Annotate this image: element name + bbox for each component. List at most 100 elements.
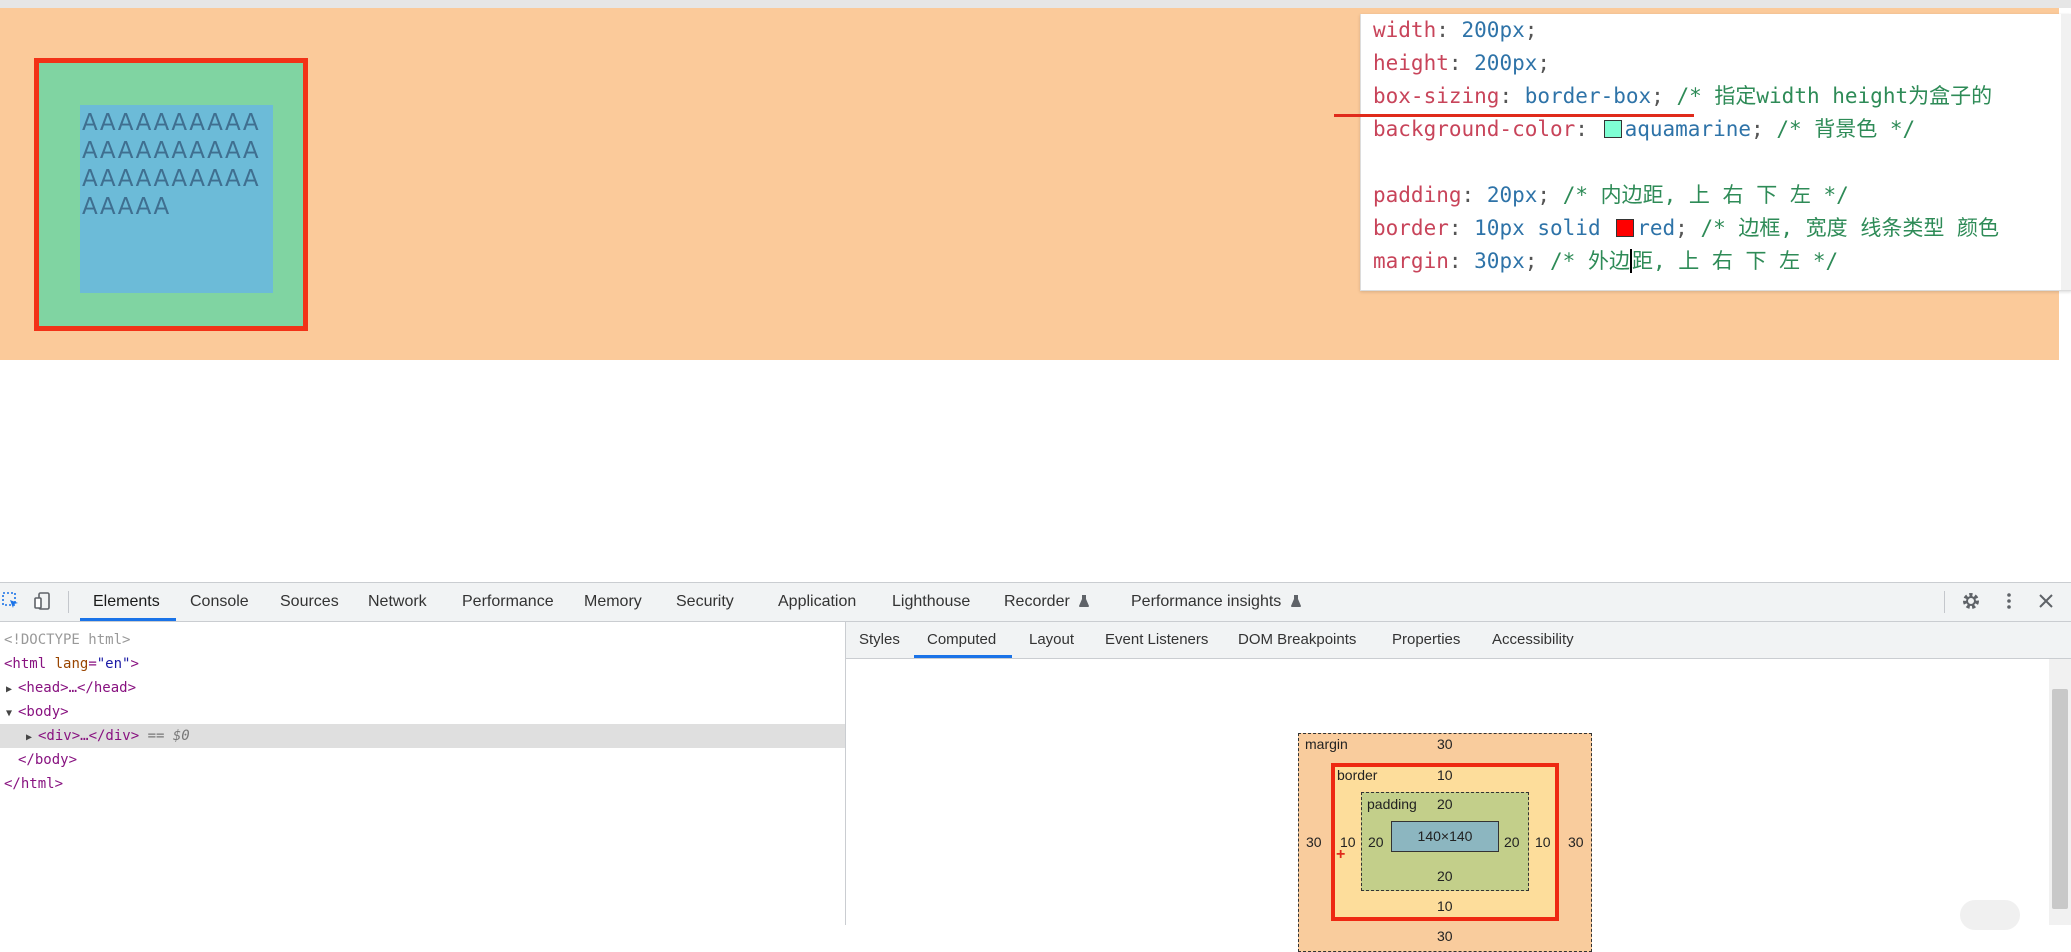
css-comment: /* 背景色 */ [1776, 117, 1916, 141]
elements-dom-tree: <!DOCTYPE html> <html lang="en"> ▶ <head>… [0, 622, 845, 925]
tab-event-listeners[interactable]: Event Listeners [1105, 622, 1208, 658]
attr-value: "en" [96, 656, 131, 672]
device-toggle-icon[interactable] [32, 591, 54, 613]
side-pane-scrollbar[interactable] [2049, 659, 2071, 925]
margin-left-value[interactable]: 30 [1306, 834, 1322, 850]
collapse-triangle-icon[interactable]: ▼ [0, 702, 18, 726]
html-tag-end: > [130, 656, 139, 672]
tab-console[interactable]: Console [190, 583, 249, 621]
border-top-value[interactable]: 10 [1437, 767, 1453, 783]
css-value: red [1637, 216, 1676, 240]
css-property: width [1373, 18, 1437, 42]
border-label: border [1337, 767, 1378, 783]
tab-properties[interactable]: Properties [1392, 622, 1460, 658]
tab-lighthouse[interactable]: Lighthouse [892, 583, 970, 621]
body-close-tag: </body> [18, 752, 78, 768]
demo-div-box[interactable]: AAAAAAAAAAAAAAAAAAAAAAAAAAAAAAAAAAA [34, 58, 308, 331]
tab-application[interactable]: Application [778, 583, 856, 621]
box-model-content[interactable]: 140×140 [1391, 821, 1499, 852]
dom-node-body-close[interactable]: </body> [0, 748, 845, 772]
css-comment: /* 内边距, 上 右 下 左 */ [1562, 183, 1849, 207]
toolbar-separator [1944, 591, 1945, 613]
css-comment: 距, 上 右 下 左 */ [1631, 249, 1839, 273]
dom-node-head[interactable]: ▶ <head>…</head> [0, 676, 845, 700]
tab-dom-breakpoints[interactable]: DOM Breakpoints [1238, 622, 1356, 658]
close-icon[interactable] [2035, 591, 2057, 613]
padding-label: padding [1367, 796, 1417, 812]
margin-top-value[interactable]: 30 [1437, 736, 1453, 752]
margin-bottom-value[interactable]: 30 [1437, 928, 1453, 944]
tab-accessibility[interactable]: Accessibility [1492, 622, 1574, 658]
watermark-decoration [1960, 900, 2020, 930]
scrollbar-thumb[interactable] [2052, 689, 2068, 909]
toolbar-separator [68, 591, 69, 613]
tab-sources[interactable]: Sources [280, 583, 339, 621]
selected-marker: == $0 [147, 728, 190, 744]
border-bottom-value[interactable]: 10 [1437, 898, 1453, 914]
css-value: aquamarine [1624, 117, 1752, 141]
tab-recorder-label: Recorder [1004, 593, 1070, 610]
demo-div-content: AAAAAAAAAAAAAAAAAAAAAAAAAAAAAAAAAAA [80, 105, 273, 293]
css-value: 10px solid [1474, 216, 1614, 240]
devtools-toolbar: Elements Console Sources Network Perform… [0, 583, 2071, 622]
side-tabs-bar: Styles Computed Layout Event Listeners D… [846, 622, 2071, 659]
css-property: padding [1373, 183, 1462, 207]
padding-left-value[interactable]: 20 [1368, 834, 1384, 850]
red-underline-annotation [1334, 114, 1694, 117]
tab-network[interactable]: Network [368, 583, 427, 621]
div-tag: <div>…</div> [38, 728, 140, 744]
tab-styles[interactable]: Styles [859, 622, 900, 658]
padding-top-value[interactable]: 20 [1437, 796, 1453, 812]
tab-performance-insights[interactable]: Performance insights [1131, 583, 1302, 621]
more-vertical-icon[interactable] [1998, 591, 2020, 613]
tab-security[interactable]: Security [676, 583, 734, 621]
devtools-panel: Elements Console Sources Network Perform… [0, 582, 2071, 952]
expand-triangle-icon[interactable]: ▶ [0, 726, 38, 750]
css-value: 20px [1486, 183, 1538, 207]
margin-label: margin [1305, 736, 1348, 752]
gear-icon[interactable] [1960, 591, 1982, 613]
css-value: 200px [1461, 18, 1525, 42]
inspect-icon[interactable] [0, 591, 22, 613]
code-line-width: width: 200px; [1373, 18, 1538, 42]
padding-right-value[interactable]: 20 [1504, 834, 1520, 850]
code-line-background-color: background-color: aquamarine; /* 背景色 */ [1373, 117, 1916, 141]
padding-bottom-value[interactable]: 20 [1437, 868, 1453, 884]
attr-name: lang [54, 656, 89, 672]
code-line-padding: padding: 20px; /* 内边距, 上 右 下 左 */ [1373, 183, 1849, 207]
expand-triangle-icon[interactable]: ▶ [0, 678, 18, 702]
tab-performance-insights-label: Performance insights [1131, 593, 1282, 610]
head-tag: <head>…</head> [18, 680, 137, 696]
css-property: height [1373, 51, 1449, 75]
body-tag: <body> [18, 704, 69, 720]
tab-layout[interactable]: Layout [1029, 622, 1074, 658]
css-property: margin [1373, 249, 1449, 273]
border-right-value[interactable]: 10 [1535, 834, 1551, 850]
tab-performance[interactable]: Performance [462, 583, 554, 621]
active-tab-indicator [80, 618, 176, 621]
css-property: background-color [1373, 117, 1576, 141]
tab-recorder[interactable]: Recorder [1004, 583, 1090, 621]
css-property: border [1373, 216, 1449, 240]
code-line-border: border: 10px solid red; /* 边框, 宽度 线条类型 颜… [1373, 216, 1999, 240]
color-swatch-icon[interactable] [1603, 120, 1622, 138]
browser-top-edge [0, 0, 2071, 8]
dom-node-body[interactable]: ▼ <body> [0, 700, 845, 724]
dom-node-html-close[interactable]: </html> [0, 772, 845, 796]
dom-node-div-selected[interactable]: ▶ <div>…</div> == $0 [0, 724, 845, 748]
code-line-box-sizing: box-sizing: border-box; /* 指定width heigh… [1373, 84, 1993, 108]
code-line-margin: margin: 30px; /* 外边距, 上 右 下 左 */ [1373, 249, 1839, 273]
tab-elements[interactable]: Elements [93, 583, 160, 621]
move-cursor-icon: + [1336, 846, 1346, 863]
tab-memory[interactable]: Memory [584, 583, 642, 621]
tab-computed[interactable]: Computed [927, 622, 996, 658]
dom-node-html[interactable]: <html lang="en"> [0, 652, 845, 676]
margin-right-value[interactable]: 30 [1568, 834, 1584, 850]
html-tag: <html [4, 656, 47, 672]
css-comment: /* 指定width height为盒子的 [1676, 84, 1993, 108]
dom-node-doctype[interactable]: <!DOCTYPE html> [0, 628, 845, 652]
css-value: 200px [1474, 51, 1538, 75]
page-scrollbar[interactable] [2061, 14, 2071, 290]
color-swatch-icon[interactable] [1616, 219, 1635, 237]
flask-icon [1078, 585, 1090, 623]
